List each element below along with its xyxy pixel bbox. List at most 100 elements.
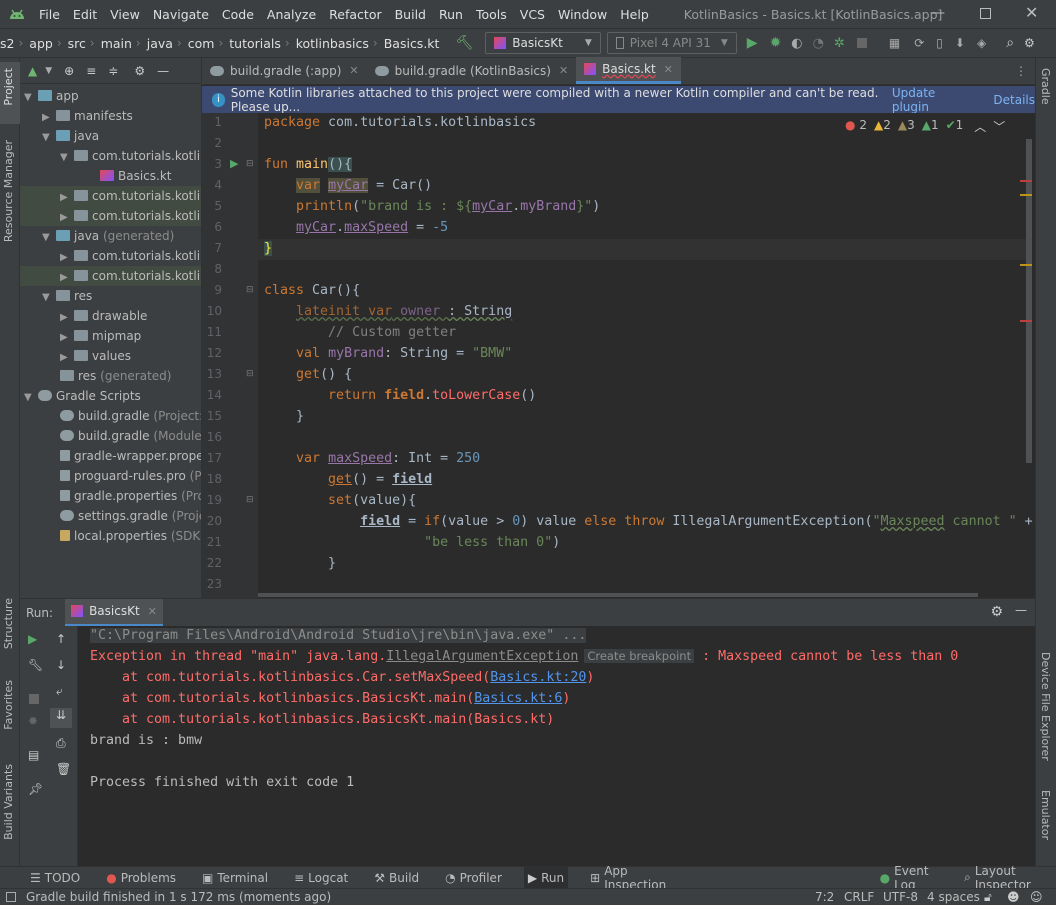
print-icon[interactable]: ⎙ [56,736,66,751]
tree-item-settings-gradle[interactable]: settings.gradle (Project [60,506,201,526]
memory-face-icon[interactable]: ☺ [1030,890,1043,904]
update-plugin-link[interactable]: Update plugin [892,86,969,114]
code-editor[interactable]: package com.tutorials.kotlinbasics fun m… [258,113,1035,598]
inspector-face-icon[interactable]: ☻ [1007,890,1020,904]
menu-view[interactable]: View [110,7,140,22]
file-encoding[interactable]: UTF-8 [883,890,918,904]
fold-icon[interactable]: ⊟ [246,369,254,379]
tree-item-gradle-wrapper[interactable]: gradle-wrapper.proper [60,446,201,466]
device-manager-icon[interactable]: ◈ [977,36,986,50]
search-icon[interactable]: ⌕ [1006,35,1014,51]
tree-item-res-generated[interactable]: res (generated) [60,366,171,386]
scroll-down-icon[interactable]: ↓ [56,658,66,672]
minimize-icon[interactable]: — [931,5,945,21]
debug-restart-icon[interactable]: ✹ [28,714,38,728]
caret-position[interactable]: 7:2 [815,890,834,904]
menu-code[interactable]: Code [222,7,254,22]
project-structure-icon[interactable]: ▦ [889,36,900,50]
trash-icon[interactable]: 🗑︎ [56,762,71,776]
close-tab-icon[interactable]: ✕ [664,63,673,76]
tree-item-mipmap[interactable]: ▶ mipmap [60,326,141,346]
tree-item-package[interactable]: ▼ com.tutorials.kotlin [60,146,201,166]
tab-layout-inspector[interactable]: ⌕ Layout Inspector [960,864,1056,892]
device-file-explorer-tab[interactable]: Device File Explorer [1039,652,1052,761]
project-tab[interactable]: Project [2,68,15,106]
menu-file[interactable]: File [39,7,60,22]
tree-item-package[interactable]: ▶ com.tutorials.kotlin [60,266,201,286]
tab-build-gradle-project[interactable]: build.gradle (KotlinBasics) ✕ [367,57,577,84]
attach-debugger-icon[interactable]: ✲ [834,36,845,51]
tree-item-manifests[interactable]: ▶ manifests [42,106,133,126]
scroll-up-icon[interactable]: ↑ [56,632,66,646]
tab-problems[interactable]: ● Problems [102,867,180,889]
lock-icon[interactable]: 🔓︎ [984,890,992,905]
tab-terminal[interactable]: ▣ Terminal [198,867,272,889]
tree-item-app[interactable]: ▼ app [24,86,79,106]
tree-item-java[interactable]: ▼ java [42,126,99,146]
chevron-down-icon[interactable]: ▼ [45,66,52,76]
source-link[interactable]: Basics.kt:20 [490,670,586,685]
android-view-icon[interactable]: ▲ [28,64,37,78]
status-toggle-icon[interactable] [6,892,16,902]
fold-icon[interactable]: ⊟ [246,495,254,505]
tab-build[interactable]: ⚒ Build [370,867,423,889]
hide-icon[interactable]: — [1015,603,1027,617]
tree-item-build-gradle-project[interactable]: build.gradle (Project: K [60,406,201,426]
resource-manager-tab[interactable]: Resource Manager [2,140,15,242]
locate-icon[interactable]: ⊕ [64,64,74,78]
gradle-tab[interactable]: Gradle [1039,68,1052,105]
debug-icon[interactable]: ✹ [770,35,782,51]
chevron-up-icon[interactable]: ︿ [974,118,986,135]
tab-run[interactable]: ▶ Run [523,866,569,889]
vertical-scrollbar[interactable] [1026,139,1032,463]
favorites-tab[interactable]: Favorites [2,680,15,730]
breadcrumb-project[interactable]: s2 [0,36,14,51]
sdk-manager-icon[interactable]: ⬇ [955,36,965,50]
run-configuration-select[interactable]: BasicsKt ▼ [485,32,601,54]
horizontal-scrollbar[interactable] [258,593,978,597]
tab-logcat[interactable]: ≡ Logcat [290,867,352,889]
gear-icon[interactable]: ⚙ [134,64,145,78]
tree-item-java-generated[interactable]: ▼ java (generated) [42,226,174,246]
wrench-icon[interactable]: 🔧︎ [28,658,43,672]
tree-item-gradle-properties[interactable]: gradle.properties (Proj [60,486,201,506]
menu-analyze[interactable]: Analyze [267,7,316,22]
stop-icon[interactable] [29,694,39,704]
create-breakpoint-hint[interactable]: Create breakpoint [584,649,695,663]
tab-todo[interactable]: ☰ TODO [26,867,84,889]
avd-manager-icon[interactable]: ▯ [936,36,943,50]
tab-build-gradle-app[interactable]: build.gradle (:app) ✕ [202,57,367,84]
tree-item-basics-kt[interactable]: Basics.kt [100,166,172,186]
tree-item-values[interactable]: ▶ values [60,346,131,366]
details-link[interactable]: Details [993,93,1035,107]
tab-profiler[interactable]: ◔ Profiler [441,867,506,889]
menu-tools[interactable]: Tools [476,7,507,22]
pin-icon[interactable]: 📌︎ [28,782,43,796]
menu-run[interactable]: Run [439,7,463,22]
tree-item-proguard[interactable]: proguard-rules.pro (Pr [60,466,201,486]
close-tab-icon[interactable]: ✕ [559,64,568,77]
exception-class-link[interactable]: IllegalArgumentException [386,649,578,664]
settings-icon[interactable]: ⚙ [990,604,1003,620]
close-icon[interactable]: ✕ [1025,3,1038,22]
tree-item-local-properties[interactable]: local.properties (SDK L [60,526,201,546]
scroll-to-end-icon[interactable]: ⇊ [50,708,72,728]
tab-basics-kt[interactable]: Basics.kt ✕ [576,57,681,84]
menu-help[interactable]: Help [620,7,649,22]
tree-item-package[interactable]: ▶ com.tutorials.kotlin [60,246,201,266]
menu-navigate[interactable]: Navigate [153,7,209,22]
fold-icon[interactable]: ⊟ [246,285,254,295]
tab-app-inspection[interactable]: ⊞ App Inspection [586,864,676,892]
hide-icon[interactable]: — [157,64,169,78]
breadcrumb-file[interactable]: Basics.kt [384,36,440,51]
close-tab-icon[interactable]: ✕ [148,605,157,618]
run-console[interactable]: "C:\Program Files\Android\Android Studio… [78,626,1035,866]
breadcrumb-main[interactable]: main [101,36,132,51]
source-link[interactable]: Basics.kt:6 [474,691,562,706]
indent-setting[interactable]: 4 spaces [927,890,980,904]
build-variants-tab[interactable]: Build Variants [2,764,15,840]
coverage-icon[interactable]: ◐ [791,36,802,51]
run-tab-basicskt[interactable]: BasicsKt ✕ [65,598,163,627]
run-icon[interactable]: ▶ [747,35,758,51]
breadcrumb-java[interactable]: java [147,36,173,51]
